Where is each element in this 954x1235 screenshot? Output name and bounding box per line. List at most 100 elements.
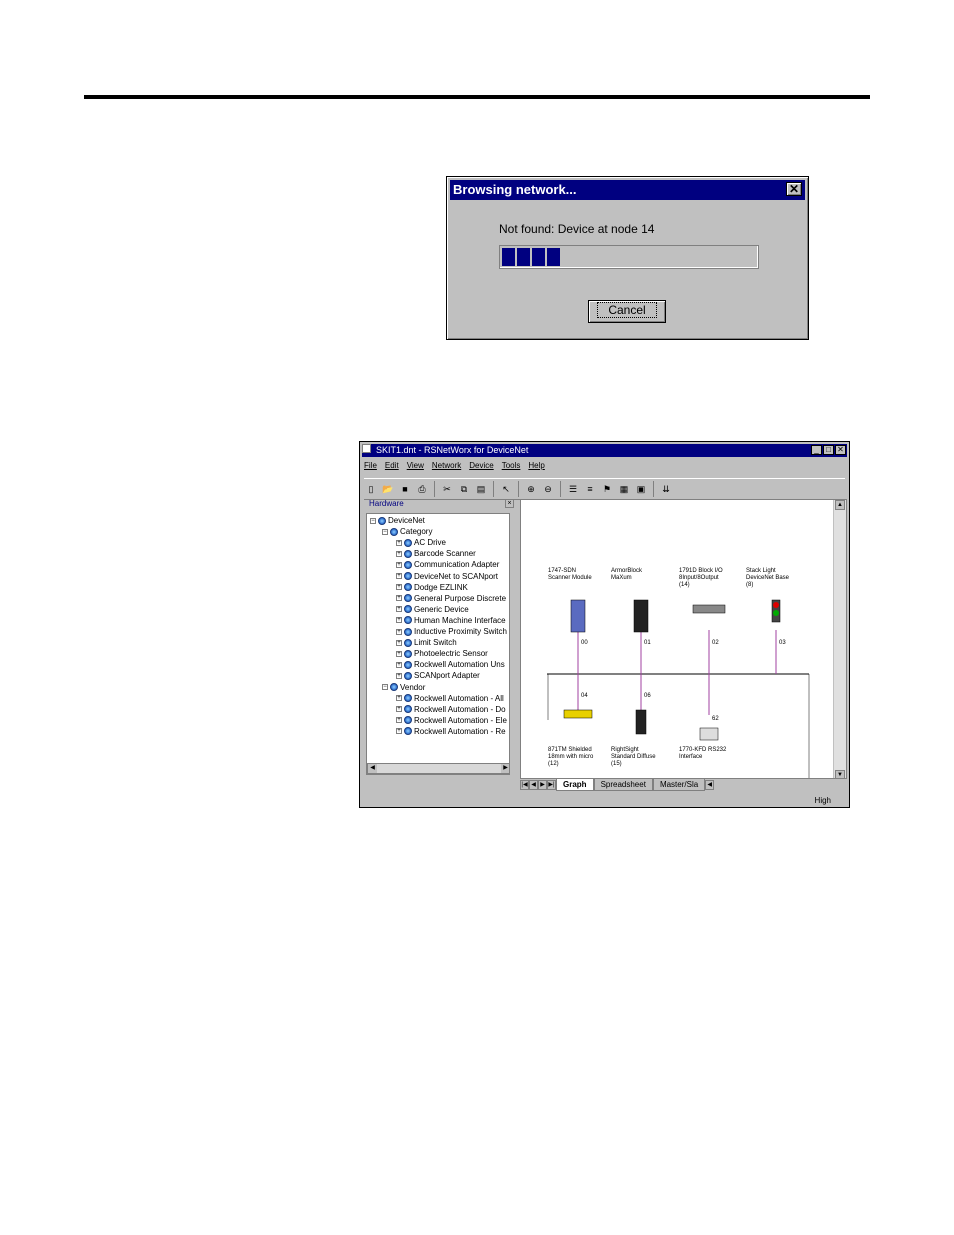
tree-item[interactable]: + Rockwell Automation - Ele — [396, 715, 507, 726]
expand-icon[interactable]: + — [396, 661, 402, 668]
close-icon[interactable]: ✕ — [786, 182, 802, 196]
expand-icon[interactable]: + — [396, 550, 402, 557]
device-icon[interactable] — [692, 604, 726, 614]
zoom-out-icon[interactable]: ⊖ — [541, 482, 555, 496]
save-icon[interactable]: ■ — [398, 482, 412, 496]
toolbar-separator — [560, 481, 561, 497]
expand-icon[interactable]: + — [396, 584, 402, 591]
tree-item[interactable]: + Human Machine Interface — [396, 615, 506, 626]
expand-icon[interactable]: + — [396, 561, 402, 568]
device-label: Stack Light DeviceNet Base (8) — [746, 568, 790, 588]
device-icon[interactable] — [699, 727, 719, 741]
tree-item[interactable]: + Barcode Scanner — [396, 548, 476, 559]
tab-prev-icon[interactable]: ◀ — [529, 780, 538, 790]
tree-item[interactable]: + AC Drive — [396, 537, 446, 548]
menu-network[interactable]: Network — [432, 461, 461, 473]
vertical-scrollbar[interactable]: ▲ ▼ — [833, 500, 846, 778]
status-message: Not found: Device at node 14 — [499, 222, 655, 236]
print-icon[interactable]: ⎙ — [415, 482, 429, 496]
tree-item[interactable]: + Dodge EZLINK — [396, 582, 468, 593]
globe-icon — [404, 594, 412, 603]
stack-light-green — [773, 610, 779, 616]
tree-item[interactable]: + Rockwell Automation - Do — [396, 704, 506, 715]
expand-icon[interactable]: + — [396, 728, 402, 735]
tree-item-vendor[interactable]: − Vendor — [382, 682, 425, 693]
tree-item[interactable]: + Rockwell Automation - All — [396, 693, 504, 704]
device-icon[interactable] — [635, 709, 647, 735]
menu-tools[interactable]: Tools — [502, 461, 521, 473]
tree-item-category[interactable]: − Category — [382, 526, 432, 537]
menu-view[interactable]: View — [407, 461, 424, 473]
expand-icon[interactable]: + — [396, 706, 402, 713]
tab-next-icon[interactable]: ▶ — [538, 780, 547, 790]
browse-icon[interactable]: ▦ — [617, 482, 631, 496]
tree-item[interactable]: + Limit Switch — [396, 637, 457, 648]
device-icon[interactable] — [563, 709, 593, 719]
new-icon[interactable]: ▯ — [364, 482, 378, 496]
menu-device[interactable]: Device — [469, 461, 493, 473]
menu-file[interactable]: File — [364, 461, 377, 473]
tab-graph[interactable]: Graph — [556, 779, 594, 791]
tree-item[interactable]: + Generic Device — [396, 604, 469, 615]
cancel-button[interactable]: Cancel — [588, 300, 666, 323]
network-icon[interactable]: ⚑ — [600, 482, 614, 496]
tree-item[interactable]: + Rockwell Automation - Re — [396, 726, 506, 737]
tree-item[interactable]: + SCANport Adapter — [396, 670, 480, 681]
tree-item[interactable]: + DeviceNet to SCANport — [396, 571, 498, 582]
tree-item-label: Dodge EZLINK — [414, 582, 468, 592]
expand-icon[interactable]: + — [396, 650, 402, 657]
tree-item[interactable]: + Rockwell Automation Uns — [396, 659, 505, 670]
pointer-icon[interactable]: ↖ — [499, 482, 513, 496]
list-view-icon[interactable]: ≡ — [583, 482, 597, 496]
globe-icon — [404, 727, 412, 736]
expand-icon[interactable]: + — [396, 628, 402, 635]
tree-item[interactable]: + Inductive Proximity Switch — [396, 626, 507, 637]
copy-icon[interactable]: ⧉ — [457, 482, 471, 496]
tree-item[interactable]: + General Purpose Discrete — [396, 593, 506, 604]
scroll-left-icon[interactable]: ◀ — [368, 764, 377, 773]
properties-icon[interactable]: ▣ — [634, 482, 648, 496]
paste-icon[interactable]: ▤ — [474, 482, 488, 496]
expand-icon[interactable]: + — [396, 595, 402, 602]
collapse-icon[interactable]: − — [382, 684, 388, 690]
open-icon[interactable]: 📂 — [381, 482, 395, 496]
tree-item[interactable]: + Communication Adapter — [396, 559, 499, 570]
expand-icon[interactable]: + — [396, 539, 402, 546]
horizontal-scrollbar[interactable]: ◀ ▶ — [367, 763, 509, 774]
zoom-in-icon[interactable]: ⊕ — [524, 482, 538, 496]
expand-icon[interactable]: + — [396, 717, 402, 724]
collapse-icon[interactable]: − — [382, 528, 388, 535]
expand-icon[interactable]: + — [396, 639, 402, 646]
menu-edit[interactable]: Edit — [385, 461, 399, 473]
tab-first-icon[interactable]: |◀ — [520, 780, 529, 790]
tree-view-icon[interactable]: ☰ — [566, 482, 580, 496]
expand-icon[interactable]: + — [396, 672, 402, 679]
expand-icon[interactable]: + — [396, 695, 402, 702]
minimize-icon[interactable]: _ — [811, 445, 822, 455]
menu-help[interactable]: Help — [528, 461, 544, 473]
tab-spreadsheet[interactable]: Spreadsheet — [593, 779, 653, 791]
scroll-left-icon[interactable]: ◀ — [705, 780, 715, 790]
toolbar-separator — [493, 481, 494, 497]
tree-item[interactable]: + Photoelectric Sensor — [396, 648, 488, 659]
close-icon[interactable]: × — [505, 499, 514, 508]
tab-master-slave[interactable]: Master/Sla — [652, 779, 706, 791]
cancel-button-label: Cancel — [597, 302, 657, 318]
progress-block — [532, 248, 545, 266]
expand-icon[interactable]: + — [396, 617, 402, 624]
device-icon[interactable] — [633, 599, 649, 633]
device-icon[interactable] — [570, 599, 586, 633]
globe-icon — [404, 616, 412, 625]
scroll-up-icon[interactable]: ▲ — [835, 500, 845, 510]
maximize-icon[interactable]: □ — [823, 445, 834, 455]
close-icon[interactable]: ✕ — [835, 445, 846, 455]
tree-item-devicenet[interactable]: − DeviceNet — [370, 515, 425, 526]
scroll-down-icon[interactable]: ▼ — [835, 770, 845, 778]
scroll-right-icon[interactable]: ▶ — [501, 764, 509, 773]
download-icon[interactable]: ⇊ — [659, 482, 673, 496]
cut-icon[interactable]: ✂ — [440, 482, 454, 496]
tab-last-icon[interactable]: ▶| — [547, 780, 556, 790]
expand-icon[interactable]: + — [396, 573, 402, 579]
expand-icon[interactable]: + — [396, 606, 402, 613]
collapse-icon[interactable]: − — [370, 517, 376, 524]
